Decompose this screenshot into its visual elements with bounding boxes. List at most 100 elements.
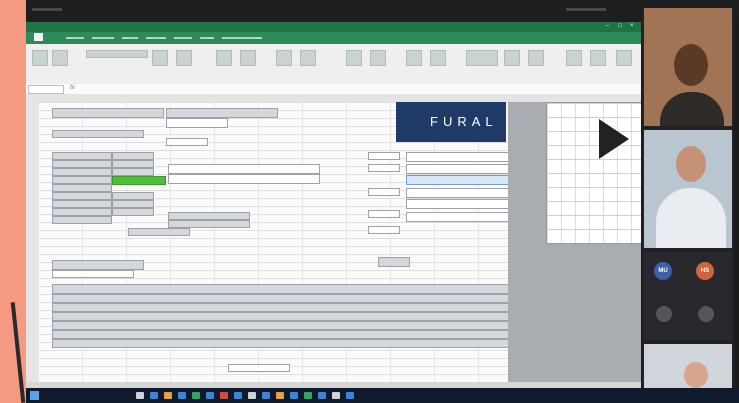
table-header[interactable] xyxy=(378,257,410,267)
input-cell[interactable] xyxy=(166,118,228,128)
ribbon-tab[interactable] xyxy=(92,37,114,39)
label-cell[interactable] xyxy=(52,176,112,184)
taskbar-app-icon[interactable] xyxy=(262,392,270,399)
ribbon-button[interactable] xyxy=(466,50,498,66)
ribbon-button[interactable] xyxy=(152,50,168,66)
ribbon-button[interactable] xyxy=(566,50,582,66)
header-cell[interactable] xyxy=(52,108,164,118)
ribbon-button[interactable] xyxy=(406,50,422,66)
table-label[interactable] xyxy=(52,270,134,278)
excel-icon[interactable] xyxy=(192,392,200,399)
ribbon-button[interactable] xyxy=(346,50,362,66)
ribbon-button[interactable] xyxy=(240,50,256,66)
taskbar-app-icon[interactable] xyxy=(206,392,214,399)
ribbon-tab[interactable] xyxy=(174,37,192,39)
footer-cell[interactable] xyxy=(228,364,290,372)
table-row[interactable] xyxy=(52,294,514,303)
form-input[interactable] xyxy=(406,212,518,222)
participant-video-1[interactable] xyxy=(644,8,732,126)
value-cell[interactable] xyxy=(112,160,154,168)
table-row[interactable] xyxy=(52,303,514,312)
paste-icon[interactable] xyxy=(32,50,48,66)
table-row[interactable] xyxy=(52,312,514,321)
header-cell[interactable] xyxy=(52,130,144,138)
worksheet-grid[interactable]: FURAL xyxy=(38,102,641,382)
search-icon[interactable] xyxy=(136,392,144,399)
ribbon-button[interactable] xyxy=(430,50,446,66)
value-cell[interactable] xyxy=(112,192,154,200)
ribbon-tab[interactable] xyxy=(66,37,84,39)
taskbar-app-icon[interactable] xyxy=(304,392,312,399)
form-input[interactable] xyxy=(406,199,518,209)
taskbar-app-icon[interactable] xyxy=(234,392,242,399)
data-cell[interactable] xyxy=(128,228,190,236)
ribbon-tab[interactable] xyxy=(146,37,166,39)
avatar-hs[interactable]: HS xyxy=(696,262,714,280)
ribbon-tab[interactable] xyxy=(222,37,262,39)
label-cell[interactable] xyxy=(52,216,112,224)
participant-video-2[interactable] xyxy=(644,130,732,248)
taskbar-app-icon[interactable] xyxy=(220,392,228,399)
label-cell[interactable] xyxy=(52,168,112,176)
participant-thumbnail[interactable] xyxy=(656,306,672,322)
label-cell[interactable] xyxy=(52,192,112,200)
ribbon-button[interactable] xyxy=(504,50,520,66)
form-label[interactable] xyxy=(368,188,400,196)
form-label[interactable] xyxy=(368,152,400,160)
taskbar-app-icon[interactable] xyxy=(150,392,158,399)
ribbon-button[interactable] xyxy=(300,50,316,66)
input-row[interactable] xyxy=(168,174,320,184)
table-label[interactable] xyxy=(52,260,144,270)
form-label[interactable] xyxy=(368,226,400,234)
ribbon-button[interactable] xyxy=(276,50,292,66)
table-row[interactable] xyxy=(52,330,514,339)
tab-file[interactable] xyxy=(34,33,43,41)
taskbar-app-icon[interactable] xyxy=(346,392,354,399)
form-label[interactable] xyxy=(368,210,400,218)
close-icon[interactable]: × xyxy=(630,23,634,29)
ribbon-button[interactable] xyxy=(590,50,606,66)
data-cell[interactable] xyxy=(168,212,250,220)
input-row[interactable] xyxy=(168,164,320,174)
participant-thumbnail[interactable] xyxy=(698,306,714,322)
name-box[interactable] xyxy=(28,85,64,94)
taskbar-app-icon[interactable] xyxy=(332,392,340,399)
ribbon-tab[interactable] xyxy=(122,37,138,39)
ribbon-button[interactable] xyxy=(216,50,232,66)
label-cell[interactable] xyxy=(52,200,112,208)
ribbon-button[interactable] xyxy=(616,50,632,66)
minimize-icon[interactable]: – xyxy=(606,23,609,29)
start-icon[interactable] xyxy=(30,391,39,400)
value-cell[interactable] xyxy=(112,152,154,160)
avatar-mu[interactable]: MU xyxy=(654,262,672,280)
taskbar-app-icon[interactable] xyxy=(290,392,298,399)
embedded-chart[interactable] xyxy=(546,102,641,244)
input-cell[interactable] xyxy=(166,138,208,146)
label-cell[interactable] xyxy=(52,184,112,192)
form-input[interactable] xyxy=(406,188,518,198)
form-input[interactable] xyxy=(406,152,518,162)
taskbar-app-icon[interactable] xyxy=(318,392,326,399)
table-header-row[interactable] xyxy=(52,284,514,294)
maximize-icon[interactable]: □ xyxy=(618,23,622,29)
value-cell[interactable] xyxy=(112,208,154,216)
taskbar-app-icon[interactable] xyxy=(276,392,284,399)
table-row[interactable] xyxy=(52,339,514,348)
ribbon-tab[interactable] xyxy=(200,37,214,39)
taskbar-app-icon[interactable] xyxy=(178,392,186,399)
label-cell[interactable] xyxy=(52,208,112,216)
form-label[interactable] xyxy=(368,164,400,172)
folder-icon[interactable] xyxy=(164,392,172,399)
data-cell[interactable] xyxy=(168,220,250,228)
label-cell[interactable] xyxy=(52,160,112,168)
ribbon-button[interactable] xyxy=(370,50,386,66)
selected-input[interactable] xyxy=(406,175,518,185)
ribbon-button[interactable] xyxy=(52,50,68,66)
taskbar-app-icon[interactable] xyxy=(248,392,256,399)
ribbon-button[interactable] xyxy=(176,50,192,66)
header-cell[interactable] xyxy=(166,108,278,118)
value-cell[interactable] xyxy=(112,168,154,176)
ribbon-button[interactable] xyxy=(528,50,544,66)
value-cell[interactable] xyxy=(112,200,154,208)
label-cell[interactable] xyxy=(52,152,112,160)
